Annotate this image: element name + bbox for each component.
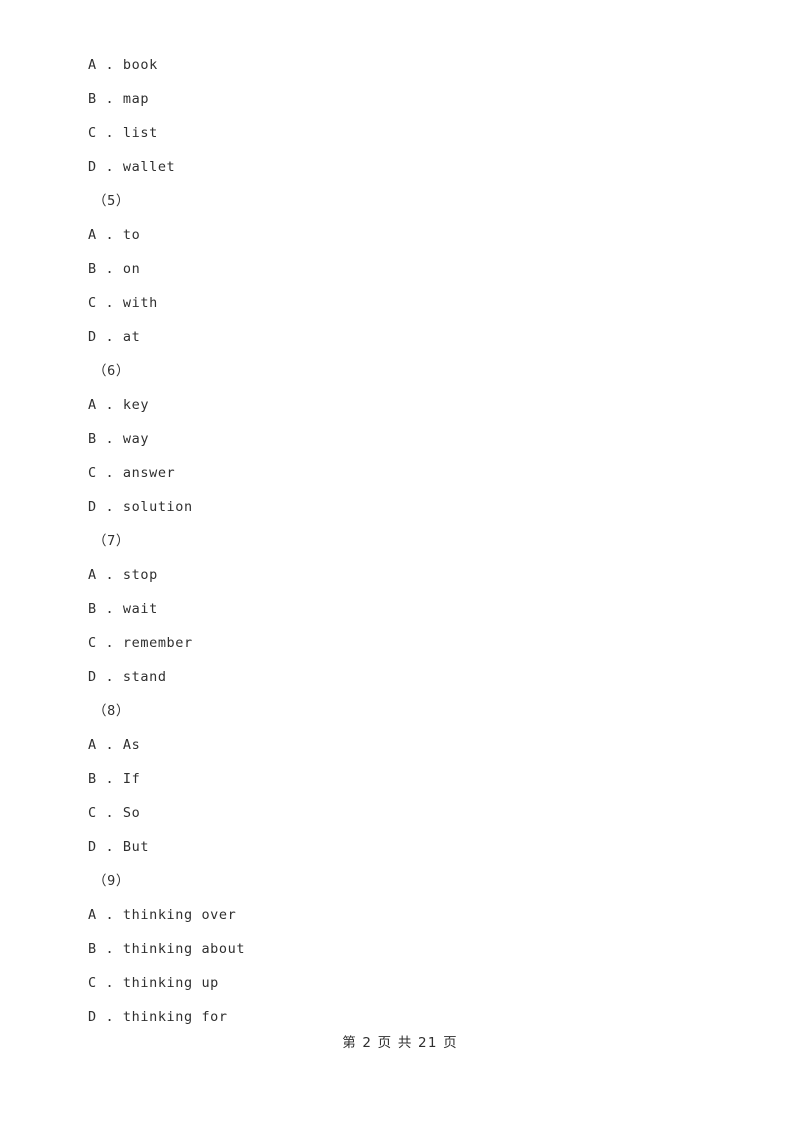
- question-options-list: A . book B . map C . list D . wallet （5） A . …: [0, 48, 800, 1034]
- answer-option: D . But: [88, 839, 150, 855]
- answer-option: B . wait: [88, 601, 158, 617]
- answer-option: B . If: [88, 771, 141, 787]
- answer-option: A . book: [88, 57, 158, 73]
- answer-option: D . solution: [88, 499, 193, 515]
- page-footer: 第 2 页 共 21 页: [342, 1035, 458, 1051]
- answer-option: A . thinking over: [88, 907, 237, 923]
- question-number: （8）: [93, 703, 130, 719]
- answer-option: D . stand: [88, 669, 167, 685]
- answer-option: D . thinking for: [88, 1009, 228, 1025]
- answer-option: B . way: [88, 431, 150, 447]
- question-number: （7）: [93, 533, 130, 549]
- answer-option: C . thinking up: [88, 975, 219, 991]
- answer-option: A . key: [88, 397, 150, 413]
- answer-option: D . at: [88, 329, 141, 345]
- question-number: （9）: [93, 873, 130, 889]
- answer-option: C . list: [88, 125, 158, 141]
- answer-option: C . So: [88, 805, 141, 821]
- answer-option: A . stop: [88, 567, 158, 583]
- answer-option: C . remember: [88, 635, 193, 651]
- answer-option: C . with: [88, 295, 158, 311]
- question-number: （6）: [93, 363, 130, 379]
- answer-option: B . thinking about: [88, 941, 246, 957]
- answer-option: A . to: [88, 227, 141, 243]
- question-number: （5）: [93, 193, 130, 209]
- answer-option: A . As: [88, 737, 141, 753]
- answer-option: D . wallet: [88, 159, 176, 175]
- document-page: A . book B . map C . list D . wallet （5） A . …: [0, 0, 800, 1132]
- answer-option: C . answer: [88, 465, 176, 481]
- answer-option: B . map: [88, 91, 150, 107]
- answer-option: B . on: [88, 261, 141, 277]
